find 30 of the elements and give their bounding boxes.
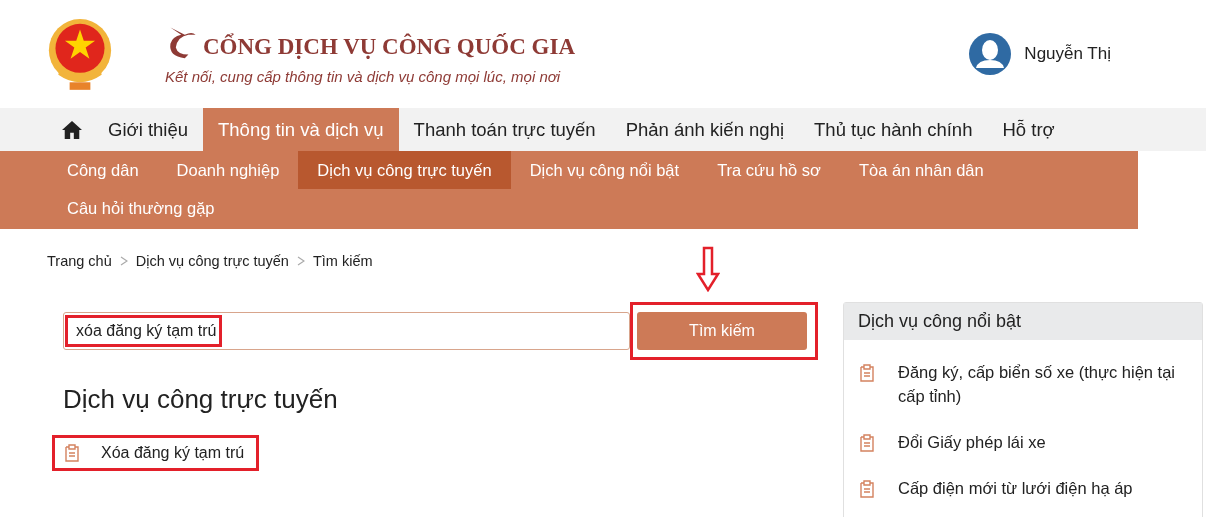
document-icon — [65, 444, 79, 462]
search-field[interactable]: xóa đăng ký tạm trú — [63, 312, 630, 350]
service-link[interactable]: Đăng ký, cấp biển số xe (thực hiện tại cấp tỉnh) — [898, 360, 1188, 408]
portal-slogan: Kết nối, cung cấp thông tin và dịch vụ công mọi lúc, mọi nơi — [165, 67, 562, 85]
nav-tab[interactable]: Phản ánh kiến nghị — [610, 108, 800, 151]
nav-tab[interactable]: Thanh toán trực tuyến — [398, 108, 611, 151]
result-link[interactable]: Xóa đăng ký tạm trú — [101, 444, 245, 462]
service-link[interactable]: Đổi Giấy phép lái xe — [898, 430, 1046, 454]
breadcrumb-link[interactable]: Trang chủ — [47, 253, 112, 269]
breadcrumb-link[interactable]: Tìm kiếm — [312, 253, 373, 269]
search-value: xóa đăng ký tạm trú — [76, 322, 217, 339]
document-icon — [860, 480, 874, 498]
nav-tab[interactable]: Giới thiệu — [93, 108, 203, 151]
results-heading: Dịch vụ công trực tuyến — [63, 384, 339, 415]
document-icon — [860, 364, 874, 382]
home-icon[interactable] — [61, 119, 83, 140]
breadcrumb-separator-icon — [119, 256, 128, 266]
service-link[interactable]: Cấp điện mới từ lưới điện hạ áp — [898, 476, 1133, 500]
user-name[interactable]: Nguyễn Thị — [1024, 44, 1111, 64]
breadcrumb-link[interactable]: Dịch vụ công trực tuyến — [135, 253, 289, 269]
document-icon — [860, 434, 874, 452]
down-arrow-icon — [696, 246, 720, 292]
subnav-tab[interactable]: Dịch vụ công trực tuyến — [298, 151, 511, 189]
nav-tab[interactable]: Hỗ trợ — [987, 108, 1070, 151]
breadcrumb-separator-icon — [296, 256, 305, 266]
national-emblem-icon — [47, 16, 113, 92]
user-avatar-icon[interactable] — [968, 32, 1013, 76]
panel-title: Dịch vụ công nổi bật — [858, 311, 1022, 331]
portal-title: CỔNG DỊCH VỤ CÔNG QUỐC GIA — [203, 33, 576, 60]
nav-tab[interactable]: Thủ tục hành chính — [799, 108, 988, 151]
